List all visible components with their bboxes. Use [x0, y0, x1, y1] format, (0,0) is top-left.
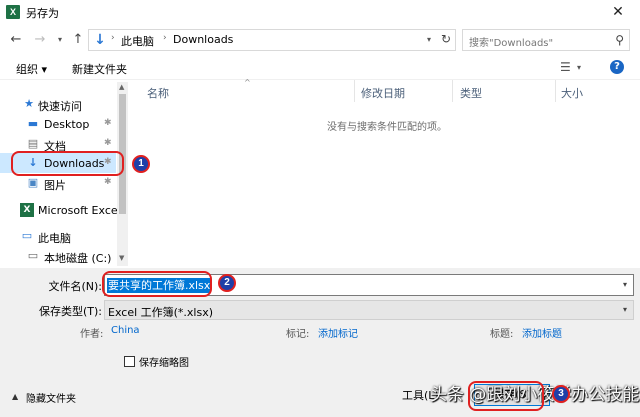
scroll-up-icon[interactable]: ▲ [119, 83, 124, 91]
nav-item-label: Desktop [44, 118, 90, 131]
address-dropdown-chevron-icon[interactable]: ▾ [427, 35, 431, 44]
nav-item-desktop[interactable]: ▬ Desktop ✱ [0, 114, 116, 134]
column-divider[interactable] [354, 80, 355, 102]
annotation-ring-save [468, 381, 544, 411]
pin-icon: ✱ [104, 118, 112, 128]
nav-item-pictures[interactable]: ▣ 图片 ✱ [0, 173, 116, 193]
annotation-badge-1: 1 [132, 155, 150, 173]
close-button[interactable]: ✕ [596, 0, 640, 24]
star-icon: ★ [24, 97, 34, 110]
chevron-down-icon[interactable]: ▾ [623, 280, 627, 289]
column-header-name[interactable]: 名称 [147, 85, 169, 101]
filetype-value: Excel 工作簿(*.xlsx) [108, 306, 214, 319]
annotation-ring-downloads [11, 151, 124, 176]
annotation-badge-3: 3 [552, 385, 570, 403]
sort-ascending-icon: ^ [244, 78, 251, 87]
nav-item-local-disk[interactable]: ▭ 本地磁盘 (C:) [0, 246, 116, 266]
breadcrumb-this-pc[interactable]: 此电脑 [121, 33, 154, 49]
up-arrow-icon[interactable]: ↑ [70, 32, 86, 47]
save-options-panel: 文件名(N): 要共享的工作簿.xlsx ▾ 保存类型(T): Excel 工作… [0, 268, 640, 417]
title-bar: X 另存为 ✕ [0, 0, 640, 24]
breadcrumb-separator-icon[interactable]: › [163, 33, 167, 43]
author-value[interactable]: China [111, 325, 140, 336]
chevron-down-icon[interactable]: ▾ [623, 305, 627, 314]
author-label: 作者: [80, 329, 104, 340]
download-arrow-icon: ↓ [94, 32, 106, 48]
file-list: ^ 名称 修改日期 类型 大小 没有与搜索条件匹配的项。 [132, 78, 640, 266]
view-options-icon[interactable]: ☰ [560, 60, 571, 74]
pin-icon: ✱ [104, 177, 112, 187]
save-thumbnail-checkbox[interactable] [124, 356, 135, 367]
filename-label: 文件名(N): [48, 280, 102, 293]
forward-arrow-icon[interactable]: → [32, 32, 48, 47]
search-input[interactable]: 搜索"Downloads" ⚲ [462, 29, 630, 51]
column-header-date-modified[interactable]: 修改日期 [361, 85, 405, 101]
excel-icon: X [20, 203, 34, 217]
scroll-down-icon[interactable]: ▼ [119, 254, 124, 262]
window-title: 另存为 [26, 7, 59, 20]
column-divider[interactable] [452, 80, 453, 102]
nav-item-label: 此电脑 [38, 232, 71, 245]
tags-label: 标记: [286, 329, 310, 340]
documents-icon: ▤ [27, 137, 39, 150]
save-thumbnail-label: 保存缩略图 [139, 358, 189, 369]
column-header-size[interactable]: 大小 [561, 85, 583, 101]
hide-folders-button[interactable]: 隐藏文件夹 [26, 390, 76, 405]
title-value[interactable]: 添加标题 [522, 325, 562, 340]
command-bar: 组织 ▾ 新建文件夹 ☰ ▾ ? [0, 56, 640, 80]
nav-item-label: Microsoft Excel [38, 204, 121, 217]
empty-results-message: 没有与搜索条件匹配的项。 [327, 122, 447, 133]
address-row: ← → ▾ ↑ ↓ › 此电脑 › Downloads ▾ ↻ 搜索"Downl… [0, 26, 640, 54]
recent-locations-chevron-icon[interactable]: ▾ [52, 35, 68, 44]
filetype-select[interactable]: Excel 工作簿(*.xlsx) ▾ [104, 300, 634, 320]
filetype-label: 保存类型(T): [38, 305, 102, 318]
nav-item-quick-access[interactable]: ★ 快速访问 [0, 94, 116, 114]
nav-item-label: 本地磁盘 (C:) [44, 252, 112, 265]
address-bar[interactable]: ↓ › 此电脑 › Downloads ▾ ↻ [88, 29, 456, 51]
annotation-ring-filename [102, 271, 212, 297]
search-placeholder: 搜索"Downloads" [469, 38, 554, 49]
computer-icon: ▭ [21, 229, 33, 242]
desktop-folder-icon: ▬ [27, 117, 39, 130]
nav-item-label: 图片 [44, 179, 66, 192]
chevron-up-icon[interactable]: ▲ [12, 392, 18, 401]
back-arrow-icon[interactable]: ← [8, 32, 24, 47]
refresh-icon[interactable]: ↻ [441, 32, 451, 46]
annotation-badge-2: 2 [218, 274, 236, 292]
breadcrumb-separator-icon[interactable]: › [111, 33, 115, 43]
help-icon[interactable]: ? [610, 60, 624, 74]
drive-icon: ▭ [27, 249, 39, 262]
view-options-chevron-icon[interactable]: ▾ [577, 63, 581, 72]
nav-item-microsoft-excel[interactable]: X Microsoft Excel [0, 200, 121, 220]
pin-icon: ✱ [104, 138, 112, 148]
pictures-icon: ▣ [27, 176, 39, 189]
column-header-type[interactable]: 类型 [460, 85, 482, 101]
column-divider[interactable] [555, 80, 556, 102]
tags-value[interactable]: 添加标记 [318, 325, 358, 340]
search-icon[interactable]: ⚲ [615, 33, 624, 47]
excel-icon: X [6, 5, 20, 19]
new-folder-button[interactable]: 新建文件夹 [72, 61, 127, 77]
organize-button[interactable]: 组织 ▾ [16, 61, 47, 77]
nav-item-this-pc[interactable]: ▭ 此电脑 [0, 226, 116, 246]
nav-item-label: 快速访问 [38, 100, 82, 113]
breadcrumb-downloads[interactable]: Downloads [173, 33, 233, 46]
title-label: 标题: [490, 329, 514, 340]
